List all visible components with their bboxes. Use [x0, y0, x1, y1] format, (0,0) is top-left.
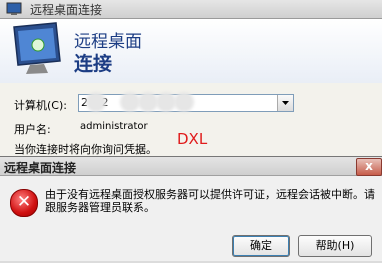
banner: 远程桌面 连接	[0, 19, 382, 83]
dropdown-button[interactable]	[277, 95, 293, 111]
main-title-bar: 远程桌面连接	[0, 0, 382, 19]
redaction-blob	[89, 95, 103, 109]
banner-title-line2: 连接	[74, 53, 113, 75]
error-icon: ✕	[10, 189, 38, 217]
username-label: 用户名:	[14, 123, 51, 136]
redaction-blob	[123, 95, 137, 109]
remote-desktop-icon	[6, 2, 22, 15]
redaction-blob	[159, 95, 173, 109]
dxl-annotation: DXL	[177, 130, 208, 148]
redaction-blob	[177, 95, 191, 109]
credentials-note: 当你连接时将向你询问凭据。	[14, 143, 157, 156]
ok-button[interactable]: 确定	[232, 235, 290, 257]
computer-combobox[interactable]: 20 2	[78, 94, 294, 112]
help-button[interactable]: 帮助(H)	[298, 235, 372, 257]
dialog-title-text: 远程桌面连接	[4, 161, 77, 175]
dialog-title-bar: 远程桌面连接 x	[0, 157, 382, 176]
close-icon: x	[365, 159, 373, 173]
username-value: administrator	[80, 121, 148, 132]
error-dialog: 远程桌面连接 x ✕ 由于没有远程桌面授权服务器可以提供许可证，远程会话被中断。…	[0, 156, 382, 263]
remote-desktop-monitor-icon	[13, 22, 61, 74]
error-message: 由于没有远程桌面授权服务器可以提供许可证，远程会话被中断。请跟服务器管理员联系。	[45, 188, 375, 214]
redaction-blob	[141, 95, 155, 109]
close-button[interactable]: x	[356, 158, 382, 176]
chevron-down-icon	[282, 101, 289, 105]
computer-label: 计算机(C):	[14, 99, 67, 112]
main-title-text: 远程桌面连接	[30, 3, 103, 17]
